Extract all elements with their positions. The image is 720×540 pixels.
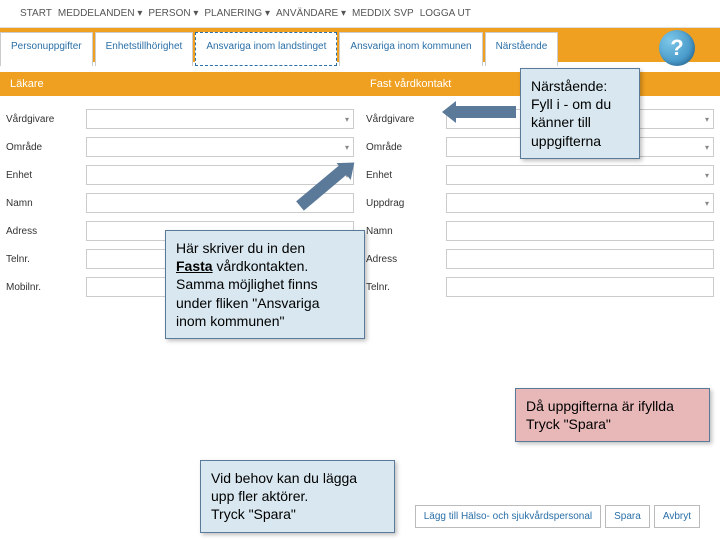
select-omrade[interactable] <box>86 137 354 157</box>
nav-start[interactable]: START <box>20 8 52 19</box>
label-enhet: Enhet <box>6 170 86 181</box>
callout-spara: Då uppgifterna är ifyllda Tryck "Spara" <box>515 388 710 442</box>
label-adress: Adress <box>6 226 86 237</box>
label-omrade-r: Område <box>366 142 446 153</box>
save-button[interactable]: Spara <box>605 505 650 528</box>
label-mobilnr: Mobilnr. <box>6 282 86 293</box>
tab-personuppgifter[interactable]: Personuppgifter <box>0 32 93 66</box>
label-vardgivare-r: Vårdgivare <box>366 114 446 125</box>
label-adress-r: Adress <box>366 254 446 265</box>
label-omrade: Område <box>6 142 86 153</box>
input-adress-r[interactable] <box>446 249 714 269</box>
add-personnel-button[interactable]: Lägg till Hälso- och sjukvårdspersonal <box>415 505 601 528</box>
callout-fasta-vardkontakt: Här skriver du in den Fasta vårdkontakte… <box>165 230 365 339</box>
label-telnr-r: Telnr. <box>366 282 446 293</box>
label-uppdrag-r: Uppdrag <box>366 198 446 209</box>
label-namn-r: Namn <box>366 226 446 237</box>
tab-enhet[interactable]: Enhetstillhörighet <box>95 32 194 66</box>
callout-fler-aktorer: Vid behov kan du lägga upp fler aktörer.… <box>200 460 395 533</box>
label-enhet-r: Enhet <box>366 170 446 181</box>
section-header-doctor: Läkare <box>0 72 360 96</box>
help-icon[interactable]: ? <box>659 30 695 66</box>
tab-ansvariga-landstinget[interactable]: Ansvariga inom landstinget <box>195 32 337 66</box>
tab-bar: Personuppgifter Enhetstillhörighet Ansva… <box>0 28 720 62</box>
button-row: Lägg till Hälso- och sjukvårdspersonal S… <box>415 505 700 528</box>
nav-logout[interactable]: LOGGA UT <box>420 8 471 19</box>
nav-planning[interactable]: PLANERING ▾ <box>204 8 270 19</box>
select-vardgivare[interactable] <box>86 109 354 129</box>
input-telnr-r[interactable] <box>446 277 714 297</box>
tab-ansvariga-kommunen[interactable]: Ansvariga inom kommunen <box>339 32 482 66</box>
label-namn: Namn <box>6 198 86 209</box>
cancel-button[interactable]: Avbryt <box>654 505 700 528</box>
nav-meddix[interactable]: MEDDIX SVP <box>352 8 414 19</box>
label-vardgivare: Vårdgivare <box>6 114 86 125</box>
top-navigation: START MEDDELANDEN ▾ PERSON ▾ PLANERING ▾… <box>0 0 720 28</box>
nav-users[interactable]: ANVÄNDARE ▾ <box>276 8 346 19</box>
nav-messages[interactable]: MEDDELANDEN ▾ <box>58 8 142 19</box>
select-uppdrag-r[interactable] <box>446 193 714 213</box>
callout-narstaende: Närstående: Fyll i - om du känner till u… <box>520 68 640 159</box>
input-namn-r[interactable] <box>446 221 714 241</box>
tab-narstaende[interactable]: Närstående <box>485 32 559 66</box>
select-enhet-r[interactable] <box>446 165 714 185</box>
select-enhet[interactable] <box>86 165 354 185</box>
label-telnr: Telnr. <box>6 254 86 265</box>
nav-person[interactable]: PERSON ▾ <box>148 8 198 19</box>
